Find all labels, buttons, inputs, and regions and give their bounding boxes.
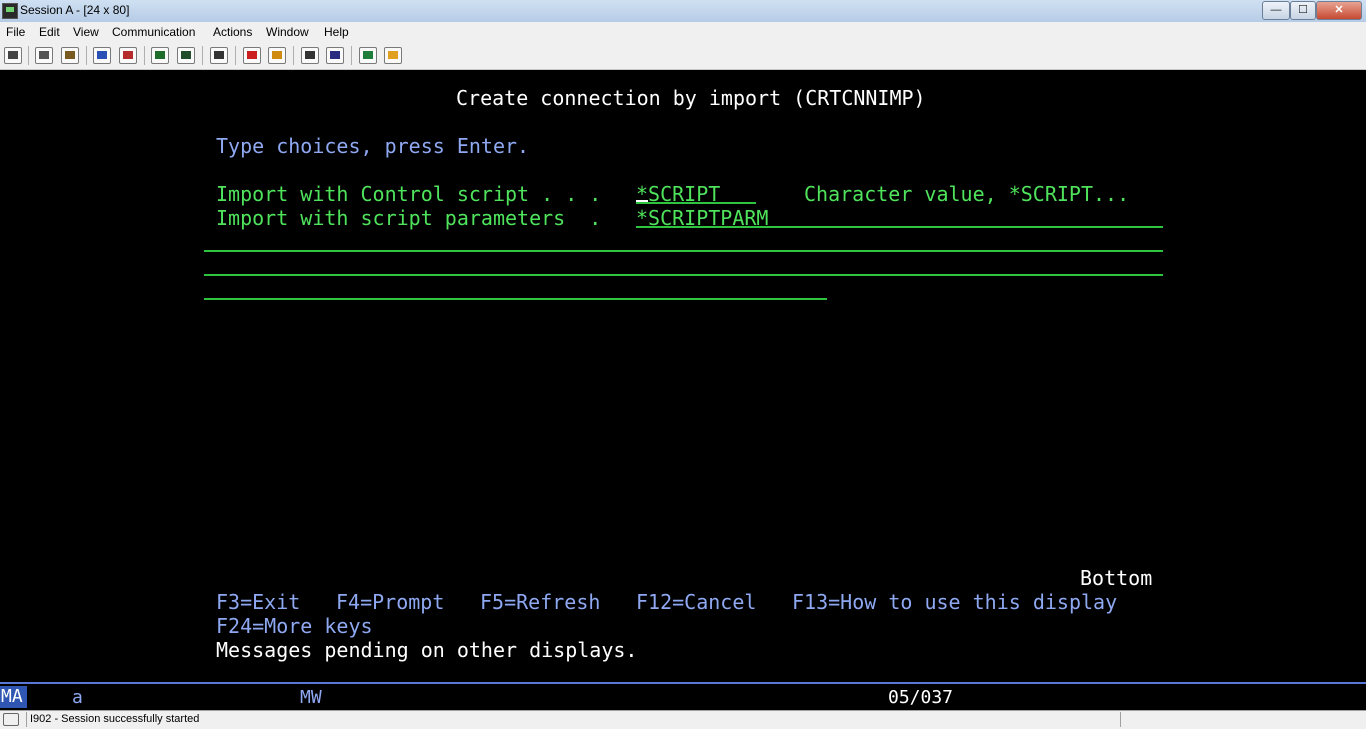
menu-view[interactable]: View: [73, 25, 99, 39]
menu-bar: File Edit View Communication Actions Win…: [0, 22, 1366, 42]
close-button[interactable]: ✕: [1316, 1, 1362, 20]
macro-edit-icon[interactable]: [326, 47, 344, 64]
paste-icon[interactable]: [61, 47, 79, 64]
instruction-text: Type choices, press Enter.: [216, 134, 530, 158]
screen-title: Create connection by import (CRTCNNIMP): [456, 86, 926, 110]
control-script-label: Import with Control script . . .: [216, 182, 602, 206]
text-cursor: [636, 200, 648, 202]
bottom-indicator: Bottom: [1080, 566, 1153, 590]
window-title: Session A - [24 x 80]: [20, 3, 130, 17]
fkey-f12-cancel[interactable]: F12=Cancel: [636, 590, 756, 614]
menu-actions[interactable]: Actions: [213, 25, 252, 39]
oia-indicator: MA: [0, 686, 27, 708]
menu-window[interactable]: Window: [266, 25, 309, 39]
menu-edit[interactable]: Edit: [39, 25, 60, 39]
title-bar: Session A - [24 x 80] — ☐ ✕: [0, 0, 1366, 23]
menu-help[interactable]: Help: [324, 25, 349, 39]
minimize-button[interactable]: —: [1262, 1, 1290, 20]
display-icon[interactable]: [151, 47, 169, 64]
macro-stop-icon[interactable]: [268, 47, 286, 64]
copy-icon[interactable]: [35, 47, 53, 64]
receive-icon[interactable]: [119, 47, 137, 64]
toolbar: [0, 42, 1366, 70]
fkey-f4-prompt[interactable]: F4=Prompt: [336, 590, 444, 614]
fkey-f24-more-keys[interactable]: F24=More keys: [216, 614, 373, 638]
terminal-screen[interactable]: Create connection by import (CRTCNNIMP) …: [0, 70, 1366, 682]
keyboard-icon[interactable]: [210, 47, 228, 64]
status-bar: I902 - Session successfully started: [0, 710, 1366, 729]
script-parameters-underline-1: [636, 226, 1163, 228]
status-message: I902 - Session successfully started: [30, 713, 200, 725]
script-parameters-label: Import with script parameters .: [216, 206, 602, 230]
globe-icon[interactable]: [359, 47, 377, 64]
connection-status-icon: [3, 713, 19, 726]
print-screen-icon[interactable]: [4, 47, 22, 64]
fkey-f3-exit[interactable]: F3=Exit: [216, 590, 300, 614]
window-icon[interactable]: [177, 47, 195, 64]
oia-mode: a: [72, 687, 83, 708]
script-parameters-underline-2[interactable]: [204, 250, 1163, 252]
menu-communication[interactable]: Communication: [112, 25, 195, 39]
message-line: Messages pending on other displays.: [216, 638, 638, 662]
script-parameters-underline-3[interactable]: [204, 274, 1163, 276]
control-script-field-underline: [636, 202, 756, 204]
help-icon[interactable]: [384, 47, 402, 64]
menu-file[interactable]: File: [6, 25, 25, 39]
terminal-app-icon: [2, 3, 18, 19]
macro-play-icon[interactable]: [301, 47, 319, 64]
control-script-hint: Character value, *SCRIPT...: [804, 182, 1130, 206]
fkey-f13-help[interactable]: F13=How to use this display: [792, 590, 1117, 614]
fkey-f5-refresh[interactable]: F5=Refresh: [480, 590, 600, 614]
send-icon[interactable]: [93, 47, 111, 64]
oia-mw: MW: [300, 687, 322, 708]
script-parameters-underline-4[interactable]: [204, 298, 827, 300]
operator-information-area: MA a MW 05/037: [0, 682, 1366, 711]
cursor-position: 05/037: [888, 687, 954, 708]
maximize-button[interactable]: ☐: [1290, 1, 1316, 20]
macro-record-icon[interactable]: [243, 47, 261, 64]
